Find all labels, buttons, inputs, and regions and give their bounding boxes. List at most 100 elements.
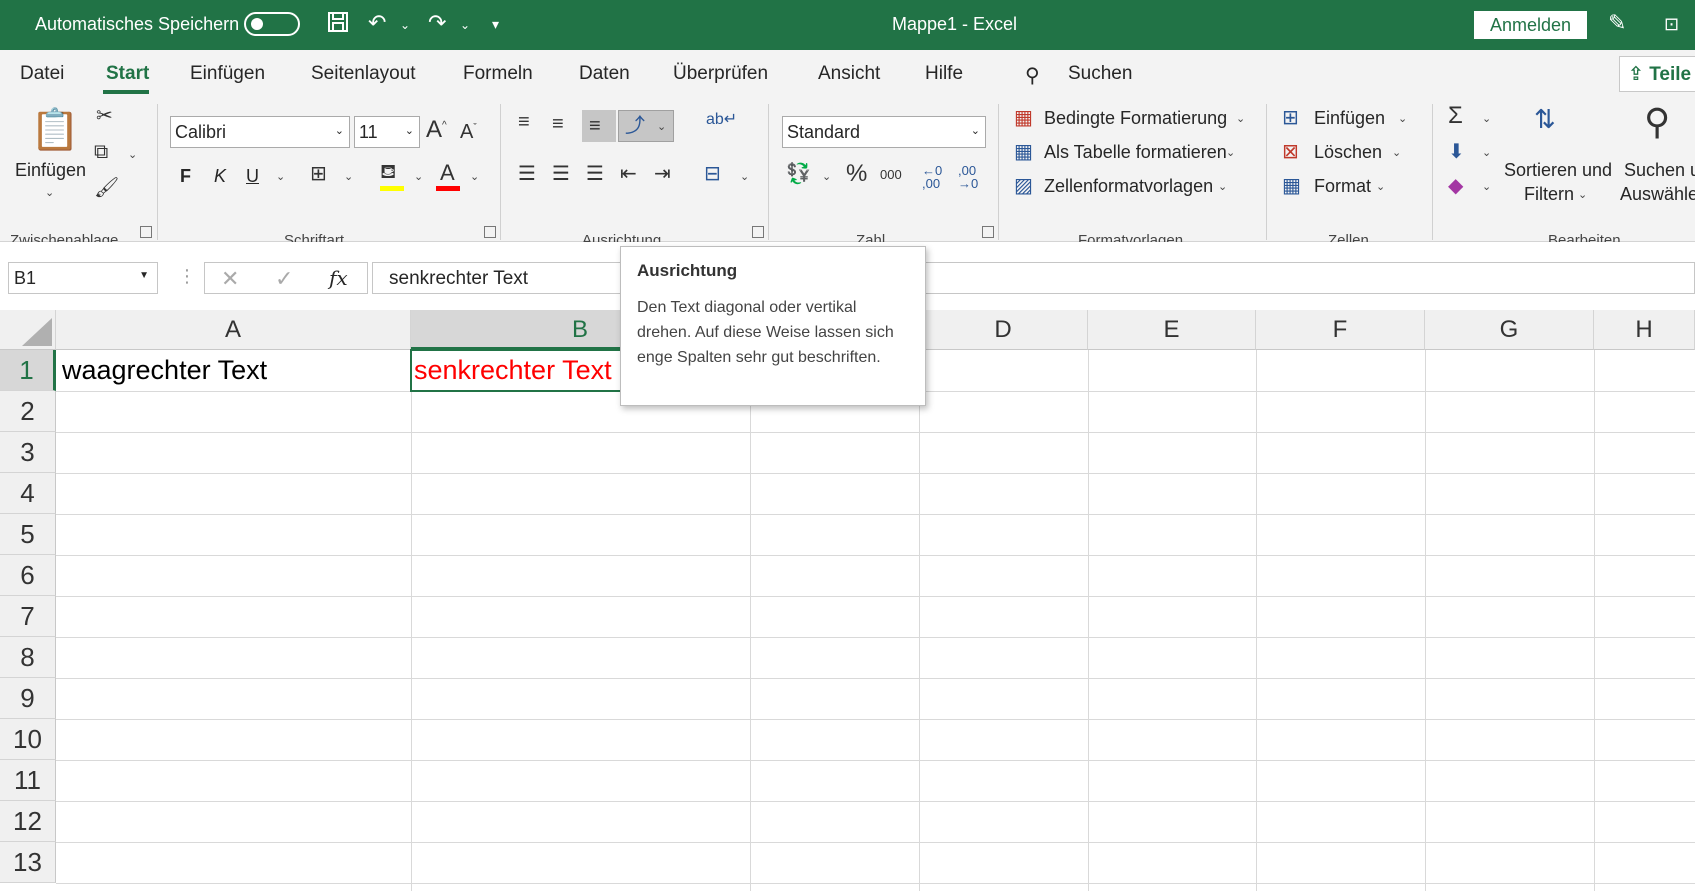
save-icon[interactable] (326, 10, 350, 40)
number-launcher-icon[interactable] (982, 226, 994, 238)
delete-dropdown-icon[interactable]: ⌄ (1392, 146, 1401, 159)
search-icon[interactable]: ⚲ (1025, 63, 1040, 88)
delete-cells-button[interactable]: Löschen (1314, 142, 1382, 163)
row-header-12[interactable]: 12 (0, 801, 56, 842)
find-select-label-1[interactable]: Suchen u (1624, 160, 1695, 181)
tab-ueberpruefen[interactable]: Überprüfen (673, 63, 768, 85)
search-label[interactable]: Suchen (1068, 63, 1132, 85)
undo-dropdown-icon[interactable]: ⌄ (400, 18, 410, 32)
format-painter-icon[interactable]: 🖌 (94, 178, 119, 198)
font-color-icon[interactable]: A (440, 162, 455, 184)
row-header-5[interactable]: 5 (0, 514, 56, 555)
cell-styles-dropdown-icon[interactable]: ⌄ (1218, 180, 1227, 193)
copy-icon[interactable]: ⧉ (94, 142, 108, 162)
formula-bar-grip-icon[interactable]: ⋮ (178, 266, 196, 287)
ribbon-display-icon[interactable]: ⊡ (1664, 14, 1679, 35)
insert-cells-icon[interactable]: ⊞ (1282, 108, 1299, 128)
bold-button[interactable]: F (180, 166, 191, 187)
format-cells-button[interactable]: Format (1314, 176, 1371, 197)
insert-cells-button[interactable]: Einfügen (1314, 108, 1385, 129)
merge-dropdown-icon[interactable]: ⌄ (740, 170, 749, 183)
row-header-10[interactable]: 10 (0, 719, 56, 760)
italic-button[interactable]: K (214, 166, 226, 187)
alignment-launcher-icon[interactable] (752, 226, 764, 238)
column-header-h[interactable]: H (1594, 310, 1695, 350)
signin-button[interactable]: Anmelden (1474, 11, 1587, 39)
conditional-formatting-icon[interactable]: ▦ (1014, 108, 1033, 128)
fill-icon[interactable]: ⬇ (1448, 142, 1465, 162)
wrap-text-icon[interactable]: ab↵ (706, 112, 737, 128)
format-as-table-button[interactable]: Als Tabelle formatieren (1044, 142, 1227, 163)
row-header-6[interactable]: 6 (0, 555, 56, 596)
delete-cells-icon[interactable]: ⊠ (1282, 142, 1299, 162)
cancel-icon[interactable]: ✕ (221, 266, 239, 292)
tab-datei[interactable]: Datei (20, 63, 64, 85)
column-header-g[interactable]: G (1425, 310, 1594, 350)
customize-toolbar-icon[interactable]: ▾ (492, 16, 499, 33)
thousands-separator-icon[interactable]: 000 (880, 168, 902, 181)
column-header-e[interactable]: E (1088, 310, 1256, 350)
autosum-dropdown-icon[interactable]: ⌄ (1482, 112, 1491, 125)
format-dropdown-icon[interactable]: ⌄ (1376, 180, 1385, 193)
share-button[interactable]: ⇪ Teile (1619, 56, 1695, 92)
merge-center-icon[interactable]: ⊟ (704, 164, 721, 184)
decrease-decimal-icon[interactable]: ,00 →0 (958, 164, 978, 190)
fill-color-dropdown-icon[interactable]: ⌄ (414, 170, 423, 183)
sort-dropdown-icon[interactable]: ⌄ (1578, 188, 1587, 201)
redo-dropdown-icon[interactable]: ⌄ (460, 18, 470, 32)
percent-icon[interactable]: % (846, 162, 867, 186)
font-launcher-icon[interactable] (484, 226, 496, 238)
row-header-7[interactable]: 7 (0, 596, 56, 637)
row-header-1[interactable]: 1 (0, 350, 56, 391)
row-header-3[interactable]: 3 (0, 432, 56, 473)
border-icon[interactable]: ⊞ (310, 164, 327, 184)
underline-button[interactable]: U (246, 166, 259, 187)
tab-daten[interactable]: Daten (579, 63, 630, 85)
name-box[interactable]: B1 ▼ (8, 262, 158, 294)
clear-dropdown-icon[interactable]: ⌄ (1482, 180, 1491, 193)
table-dropdown-icon[interactable]: ⌄ (1226, 146, 1235, 159)
column-header-f[interactable]: F (1256, 310, 1425, 350)
clear-icon[interactable]: ◆ (1448, 176, 1463, 196)
tab-einfuegen[interactable]: Einfügen (190, 63, 265, 85)
cut-icon[interactable]: ✂ (96, 106, 113, 126)
align-right-icon[interactable]: ☰ (586, 164, 604, 184)
copy-dropdown-icon[interactable]: ⌄ (128, 148, 137, 161)
coauthor-icon[interactable]: ✎ (1608, 10, 1626, 36)
find-select-label-2[interactable]: Auswähler (1620, 184, 1695, 205)
align-center-icon[interactable]: ☰ (552, 164, 570, 184)
find-select-icon[interactable]: ⚲ (1644, 104, 1670, 140)
orientation-button[interactable]: ⤴ ⌄ (618, 110, 674, 142)
sort-filter-label-1[interactable]: Sortieren und (1504, 160, 1612, 181)
tab-ansicht[interactable]: Ansicht (818, 63, 880, 85)
paste-dropdown-icon[interactable]: ⌄ (45, 186, 54, 199)
insert-function-icon[interactable]: fx (329, 266, 348, 290)
conditional-dropdown-icon[interactable]: ⌄ (1236, 112, 1245, 125)
currency-icon[interactable]: 💱 (786, 164, 811, 184)
row-header-9[interactable]: 9 (0, 678, 56, 719)
font-name-select[interactable]: Calibri ⌄ (170, 116, 350, 148)
row-header-8[interactable]: 8 (0, 637, 56, 678)
align-left-icon[interactable]: ☰ (518, 164, 536, 184)
tab-hilfe[interactable]: Hilfe (925, 63, 963, 85)
row-header-4[interactable]: 4 (0, 473, 56, 514)
align-middle-icon[interactable]: ≡ (552, 114, 564, 134)
autosave-toggle[interactable] (244, 12, 300, 36)
fill-color-icon[interactable]: ⛾ (380, 162, 396, 182)
font-color-dropdown-icon[interactable]: ⌄ (470, 170, 479, 183)
row-header-13[interactable]: 13 (0, 842, 56, 883)
column-header-a[interactable]: A (56, 310, 411, 350)
sort-filter-icon[interactable]: ⇅ (1534, 106, 1556, 132)
sort-filter-label-2[interactable]: Filtern (1524, 184, 1574, 205)
redo-icon[interactable]: ↷ (428, 10, 446, 36)
formula-input[interactable]: senkrechter Text (372, 262, 1695, 294)
currency-dropdown-icon[interactable]: ⌄ (822, 170, 831, 183)
tab-seitenlayout[interactable]: Seitenlayout (311, 63, 416, 85)
cell-styles-button[interactable]: Zellenformatvorlagen (1044, 176, 1213, 197)
decrease-indent-icon[interactable]: ⇤ (620, 164, 637, 184)
underline-dropdown-icon[interactable]: ⌄ (276, 170, 285, 183)
border-dropdown-icon[interactable]: ⌄ (344, 170, 353, 183)
insert-dropdown-icon[interactable]: ⌄ (1398, 112, 1407, 125)
column-header-d[interactable]: D (919, 310, 1088, 350)
increase-indent-icon[interactable]: ⇥ (654, 164, 671, 184)
